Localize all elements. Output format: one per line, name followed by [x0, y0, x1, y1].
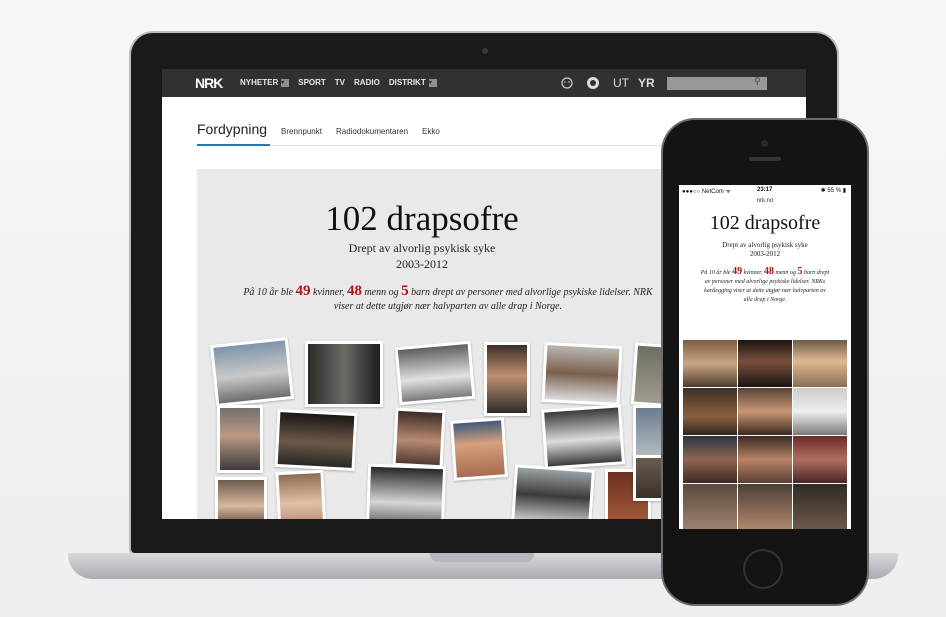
article-intro: På 10 år ble 49 kvinner, 48 menn og 5 ba… [699, 267, 831, 305]
dropdown-icon: ▾ [281, 78, 290, 87]
dropdown-icon: ▾ [428, 78, 437, 87]
victim-photo[interactable] [683, 340, 737, 387]
nav-item-nyheter[interactable]: NYHETER ▾ [240, 78, 290, 87]
intro-text: menn og [361, 287, 402, 298]
main-nav: NYHETER ▾ SPORT TV RADIO DISTRIKT ▾ [240, 78, 437, 87]
victim-photo[interactable] [449, 417, 509, 481]
phone-screen: ●●●○○ NetCom ᯤ 23:17 ✱ 55 % ▮ nrk.no 102… [679, 185, 851, 529]
section-link-ekko[interactable]: Ekko [422, 127, 440, 136]
victim-photo[interactable] [738, 436, 792, 483]
nav-item-label: NYHETER [240, 78, 279, 87]
article-subtitle: Drept av alvorlig psykisk syke [722, 241, 808, 249]
article-title: 102 drapsofre [709, 212, 821, 234]
article-intro: På 10 år ble 49 kvinner, 48 menn og 5 ba… [223, 284, 673, 314]
count-men: 48 [346, 283, 362, 299]
battery-status: ✱ 55 % ▮ [820, 188, 846, 194]
intro-text: På 10 år ble [243, 287, 296, 298]
photo-grid [683, 340, 847, 529]
victim-photo[interactable] [793, 340, 847, 387]
home-button[interactable] [743, 549, 783, 589]
section-link-radiodokumentaren[interactable]: Radiodokumentaren [336, 127, 408, 136]
nav-item-tv[interactable]: TV [335, 78, 345, 87]
victim-photo[interactable] [793, 484, 847, 529]
status-bar: ●●●○○ NetCom ᯤ 23:17 ✱ 55 % ▮ [679, 187, 851, 197]
count-men: 48 [763, 266, 774, 277]
smartphone: ●●●○○ NetCom ᯤ 23:17 ✱ 55 % ▮ nrk.no 102… [663, 120, 867, 604]
count-women: 49 [732, 266, 743, 277]
camera-icon [482, 48, 488, 54]
count-children: 5 [401, 283, 409, 299]
article-subtitle: Drept av alvorlig psykisk syke [348, 241, 496, 255]
front-camera-icon [761, 140, 768, 147]
victim-photo[interactable] [541, 404, 625, 470]
victim-photo[interactable] [394, 340, 476, 406]
count-women: 49 [295, 283, 311, 299]
victim-photo[interactable] [209, 337, 295, 407]
victim-photo[interactable] [484, 342, 530, 416]
victim-photo[interactable] [275, 469, 327, 519]
intro-text: På 10 år ble [700, 270, 733, 276]
search-input[interactable] [667, 77, 767, 90]
victim-photo[interactable] [217, 405, 263, 473]
address-bar[interactable]: nrk.no [679, 198, 851, 204]
ut-link[interactable]: UT [613, 76, 629, 90]
victim-photo[interactable] [793, 436, 847, 483]
section-title[interactable]: Fordypning [197, 121, 267, 137]
victim-photo[interactable] [511, 464, 595, 519]
nav-item-sport[interactable]: SPORT [298, 78, 326, 87]
victim-photo[interactable] [683, 436, 737, 483]
victim-photo[interactable] [541, 342, 623, 406]
section-nav: Fordypning Brennpunkt Radiodokumentaren … [197, 121, 440, 137]
intro-text: viser at dette utgjør nær halvparten av … [333, 301, 563, 312]
intro-text: kvinner, [310, 287, 347, 298]
p3-icon[interactable] [586, 76, 600, 90]
victim-photo[interactable] [738, 340, 792, 387]
nav-item-label: DISTRIKT [388, 78, 426, 87]
carrier-signal: ●●●○○ NetCom ᯤ [682, 189, 731, 195]
victim-photo[interactable] [305, 341, 383, 407]
victim-photo[interactable] [274, 408, 358, 472]
victim-photo[interactable] [738, 484, 792, 529]
victim-photo[interactable] [215, 477, 267, 519]
victim-photo[interactable] [683, 388, 737, 435]
top-navbar: NRK NYHETER ▾ SPORT TV RADIO DISTRIKT ▾ UT… [162, 69, 806, 97]
intro-text: menn og [773, 270, 798, 276]
victim-photo[interactable] [365, 463, 447, 519]
article-years: 2003-2012 [749, 250, 781, 258]
search-icon[interactable]: ⚲ [754, 76, 761, 87]
nrk-logo[interactable]: NRK [195, 75, 223, 91]
victim-photo[interactable] [392, 407, 446, 469]
article-years: 2003-2012 [396, 257, 448, 271]
yr-link[interactable]: YR [638, 76, 655, 90]
smiley-icon[interactable] [560, 76, 574, 90]
earpiece-speaker [749, 157, 781, 161]
section-link-brennpunkt[interactable]: Brennpunkt [281, 127, 322, 136]
victim-photo[interactable] [793, 388, 847, 435]
clock: 23:17 [757, 187, 773, 193]
article-title: 102 drapsofre [325, 199, 519, 238]
nav-item-radio[interactable]: RADIO [354, 78, 380, 87]
nav-item-distrikt[interactable]: DISTRIKT ▾ [389, 78, 437, 87]
victim-photo[interactable] [738, 388, 792, 435]
intro-text: kvinner, [742, 270, 764, 276]
laptop-notch [430, 553, 534, 562]
active-tab-underline [197, 144, 270, 146]
intro-text: barn drept av personer med alvorlige psy… [408, 287, 653, 298]
victim-photo[interactable] [683, 484, 737, 529]
